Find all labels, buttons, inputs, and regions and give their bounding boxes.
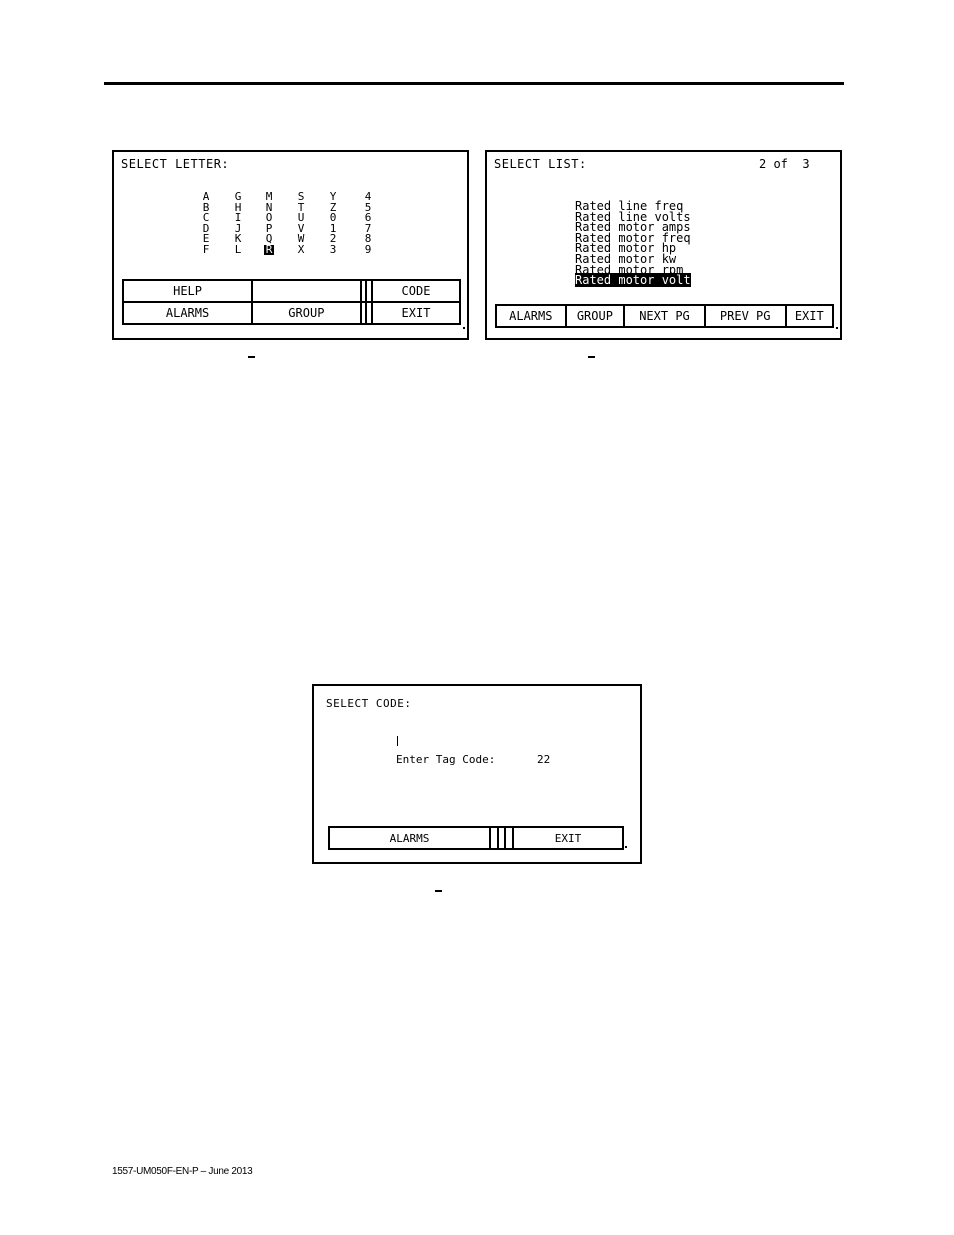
- fkey-prev-page[interactable]: PREV PG: [703, 304, 787, 328]
- fkey-blank[interactable]: [489, 826, 499, 850]
- screen-title: SELECT LETTER:: [121, 157, 230, 171]
- function-keys: ALARMS EXIT: [328, 826, 624, 850]
- fkey-alarms[interactable]: ALARMS: [121, 301, 254, 325]
- function-keys: HELP CODE ALARMS GROUP EXIT: [121, 279, 461, 325]
- letter-column: GHIJKL: [233, 191, 243, 256]
- fkey-blank[interactable]: [496, 826, 507, 850]
- fkey-help[interactable]: HELP: [121, 279, 254, 303]
- fkey-exit[interactable]: EXIT: [512, 826, 624, 850]
- corner-dot: [836, 327, 838, 329]
- caption-mark: [588, 356, 595, 358]
- caption-mark: [248, 356, 255, 358]
- fkey-code[interactable]: CODE: [371, 279, 461, 303]
- letter-option[interactable]: 9: [363, 244, 373, 256]
- letter-column: YZ0123: [328, 191, 338, 256]
- screen-title: SELECT CODE:: [326, 697, 412, 710]
- list-item-selected[interactable]: Rated motor volt: [575, 273, 691, 288]
- fkey-blank[interactable]: [504, 826, 515, 850]
- fkey-group[interactable]: GROUP: [251, 301, 362, 325]
- fkey-blank[interactable]: [251, 279, 362, 303]
- fkey-exit[interactable]: EXIT: [784, 304, 835, 328]
- text-cursor: [397, 736, 398, 746]
- function-keys: ALARMS GROUP NEXT PG PREV PG EXIT: [495, 304, 835, 328]
- fkey-next-page[interactable]: NEXT PG: [623, 304, 706, 328]
- select-letter-screen: SELECT LETTER: ABCDEF GHIJKL MNOPQR STUVWX Y…: [112, 150, 469, 340]
- letter-option[interactable]: L: [233, 244, 243, 256]
- fkey-group[interactable]: GROUP: [564, 304, 626, 328]
- letter-column: 456789: [363, 191, 373, 256]
- parameter-list: Rated line freq Rated line volts Rated mot…: [575, 200, 691, 288]
- letter-column: MNOPQR: [264, 191, 274, 255]
- letter-column: ABCDEF: [201, 191, 211, 256]
- footer-doc-id: 1557-UM050F-EN-P – June 2013: [112, 1166, 253, 1177]
- letter-option[interactable]: F: [201, 244, 211, 256]
- letter-column: STUVWX: [296, 191, 306, 256]
- fkey-exit[interactable]: EXIT: [371, 301, 461, 325]
- fkey-alarms[interactable]: ALARMS: [328, 826, 491, 850]
- letter-option[interactable]: 3: [328, 244, 338, 256]
- select-list-screen: SELECT LIST: 2 of 3 Rated line freq Rated…: [485, 150, 842, 340]
- caption-mark: [435, 890, 442, 892]
- corner-dot: [625, 846, 627, 848]
- tag-code-label: Enter Tag Code:: [396, 753, 496, 766]
- letter-option[interactable]: X: [296, 244, 306, 256]
- screen-title: SELECT LIST:: [494, 157, 587, 171]
- select-code-screen: SELECT CODE: Enter Tag Code: 22 ALARMS E…: [312, 684, 642, 864]
- letter-option-selected[interactable]: R: [264, 244, 274, 255]
- corner-dot: [463, 327, 465, 329]
- tag-code-value[interactable]: 22: [537, 753, 550, 766]
- header-rule: [104, 82, 844, 85]
- page-indicator: 2 of 3: [759, 157, 810, 171]
- fkey-alarms[interactable]: ALARMS: [495, 304, 567, 328]
